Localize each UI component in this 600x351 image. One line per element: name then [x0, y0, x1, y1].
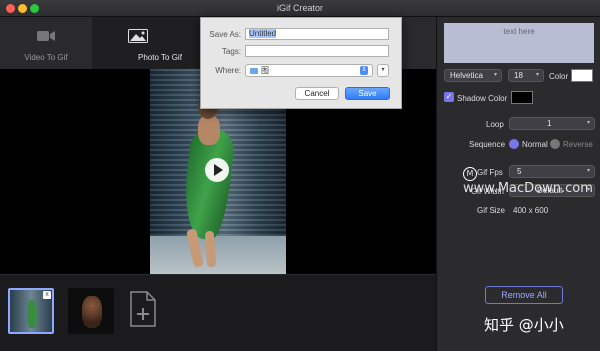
where-label: Where: — [215, 66, 241, 75]
loop-select[interactable]: 1 ▾ — [509, 117, 595, 130]
thumbnail-1[interactable]: x — [8, 288, 54, 334]
macdown-watermark: Mwww.MacDown.com — [463, 167, 593, 196]
save-as-label: Save As: — [209, 30, 241, 39]
video-camera-icon — [37, 31, 55, 41]
thumbnail-2[interactable] — [68, 288, 114, 334]
sequence-reverse-label: Reverse — [563, 140, 593, 149]
title-bar: iGif Creator — [0, 0, 600, 17]
sequence-normal-label: Normal — [522, 140, 548, 149]
color-label: Color — [549, 72, 569, 81]
tab-label: Video To Gif — [24, 53, 68, 62]
thumbnail-strip: x — [0, 274, 436, 351]
cancel-button[interactable]: Cancel — [295, 87, 339, 100]
remove-thumbnail-icon[interactable]: x — [43, 291, 51, 299]
shadow-color-swatch[interactable] — [511, 91, 533, 104]
tab-video-to-gif[interactable]: Video To Gif — [0, 17, 92, 69]
folder-icon — [250, 68, 258, 74]
sequence-reverse-radio[interactable] — [550, 139, 560, 149]
tags-field[interactable] — [245, 45, 389, 57]
chevron-down-icon: ▾ — [493, 72, 497, 78]
font-select[interactable]: Helvetica ▾ — [444, 69, 502, 82]
zhihu-watermark: 知乎 @小小 — [484, 316, 564, 334]
font-size-select[interactable]: 18 ▾ — [508, 69, 544, 82]
sequence-normal-radio[interactable] — [509, 139, 519, 149]
window-title: iGif Creator — [276, 3, 323, 13]
shadow-checkbox[interactable]: ✓ — [444, 92, 454, 102]
remove-all-button[interactable]: Remove All — [485, 286, 563, 304]
gif-size-label: Gif Size — [477, 206, 506, 215]
where-select[interactable]: 图 ⇕ — [245, 64, 373, 77]
chevron-down-icon: ▾ — [586, 120, 590, 126]
expand-dialog-button[interactable]: ▾ — [377, 64, 389, 77]
image-icon — [128, 29, 148, 43]
gif-size-value: 400 x 600 — [513, 206, 549, 215]
save-as-field[interactable]: Untitled — [245, 28, 389, 40]
shadow-color-label: Shadow Color — [457, 94, 508, 103]
play-icon[interactable] — [205, 158, 229, 182]
updown-chevron-icon: ⇕ — [360, 66, 368, 75]
add-file-icon[interactable] — [130, 291, 156, 327]
overlay-text-input[interactable]: text here — [444, 23, 594, 63]
chevron-down-icon: ▾ — [535, 72, 539, 78]
text-color-swatch[interactable] — [571, 69, 593, 82]
loop-label: Loop — [486, 120, 504, 129]
tags-label: Tags: — [221, 47, 241, 56]
sequence-label: Sequence — [469, 140, 506, 149]
save-button[interactable]: Save — [345, 87, 390, 100]
save-dialog: Save As: Untitled Tags: Where: 图 ⇕ ▾ Can… — [200, 17, 402, 109]
